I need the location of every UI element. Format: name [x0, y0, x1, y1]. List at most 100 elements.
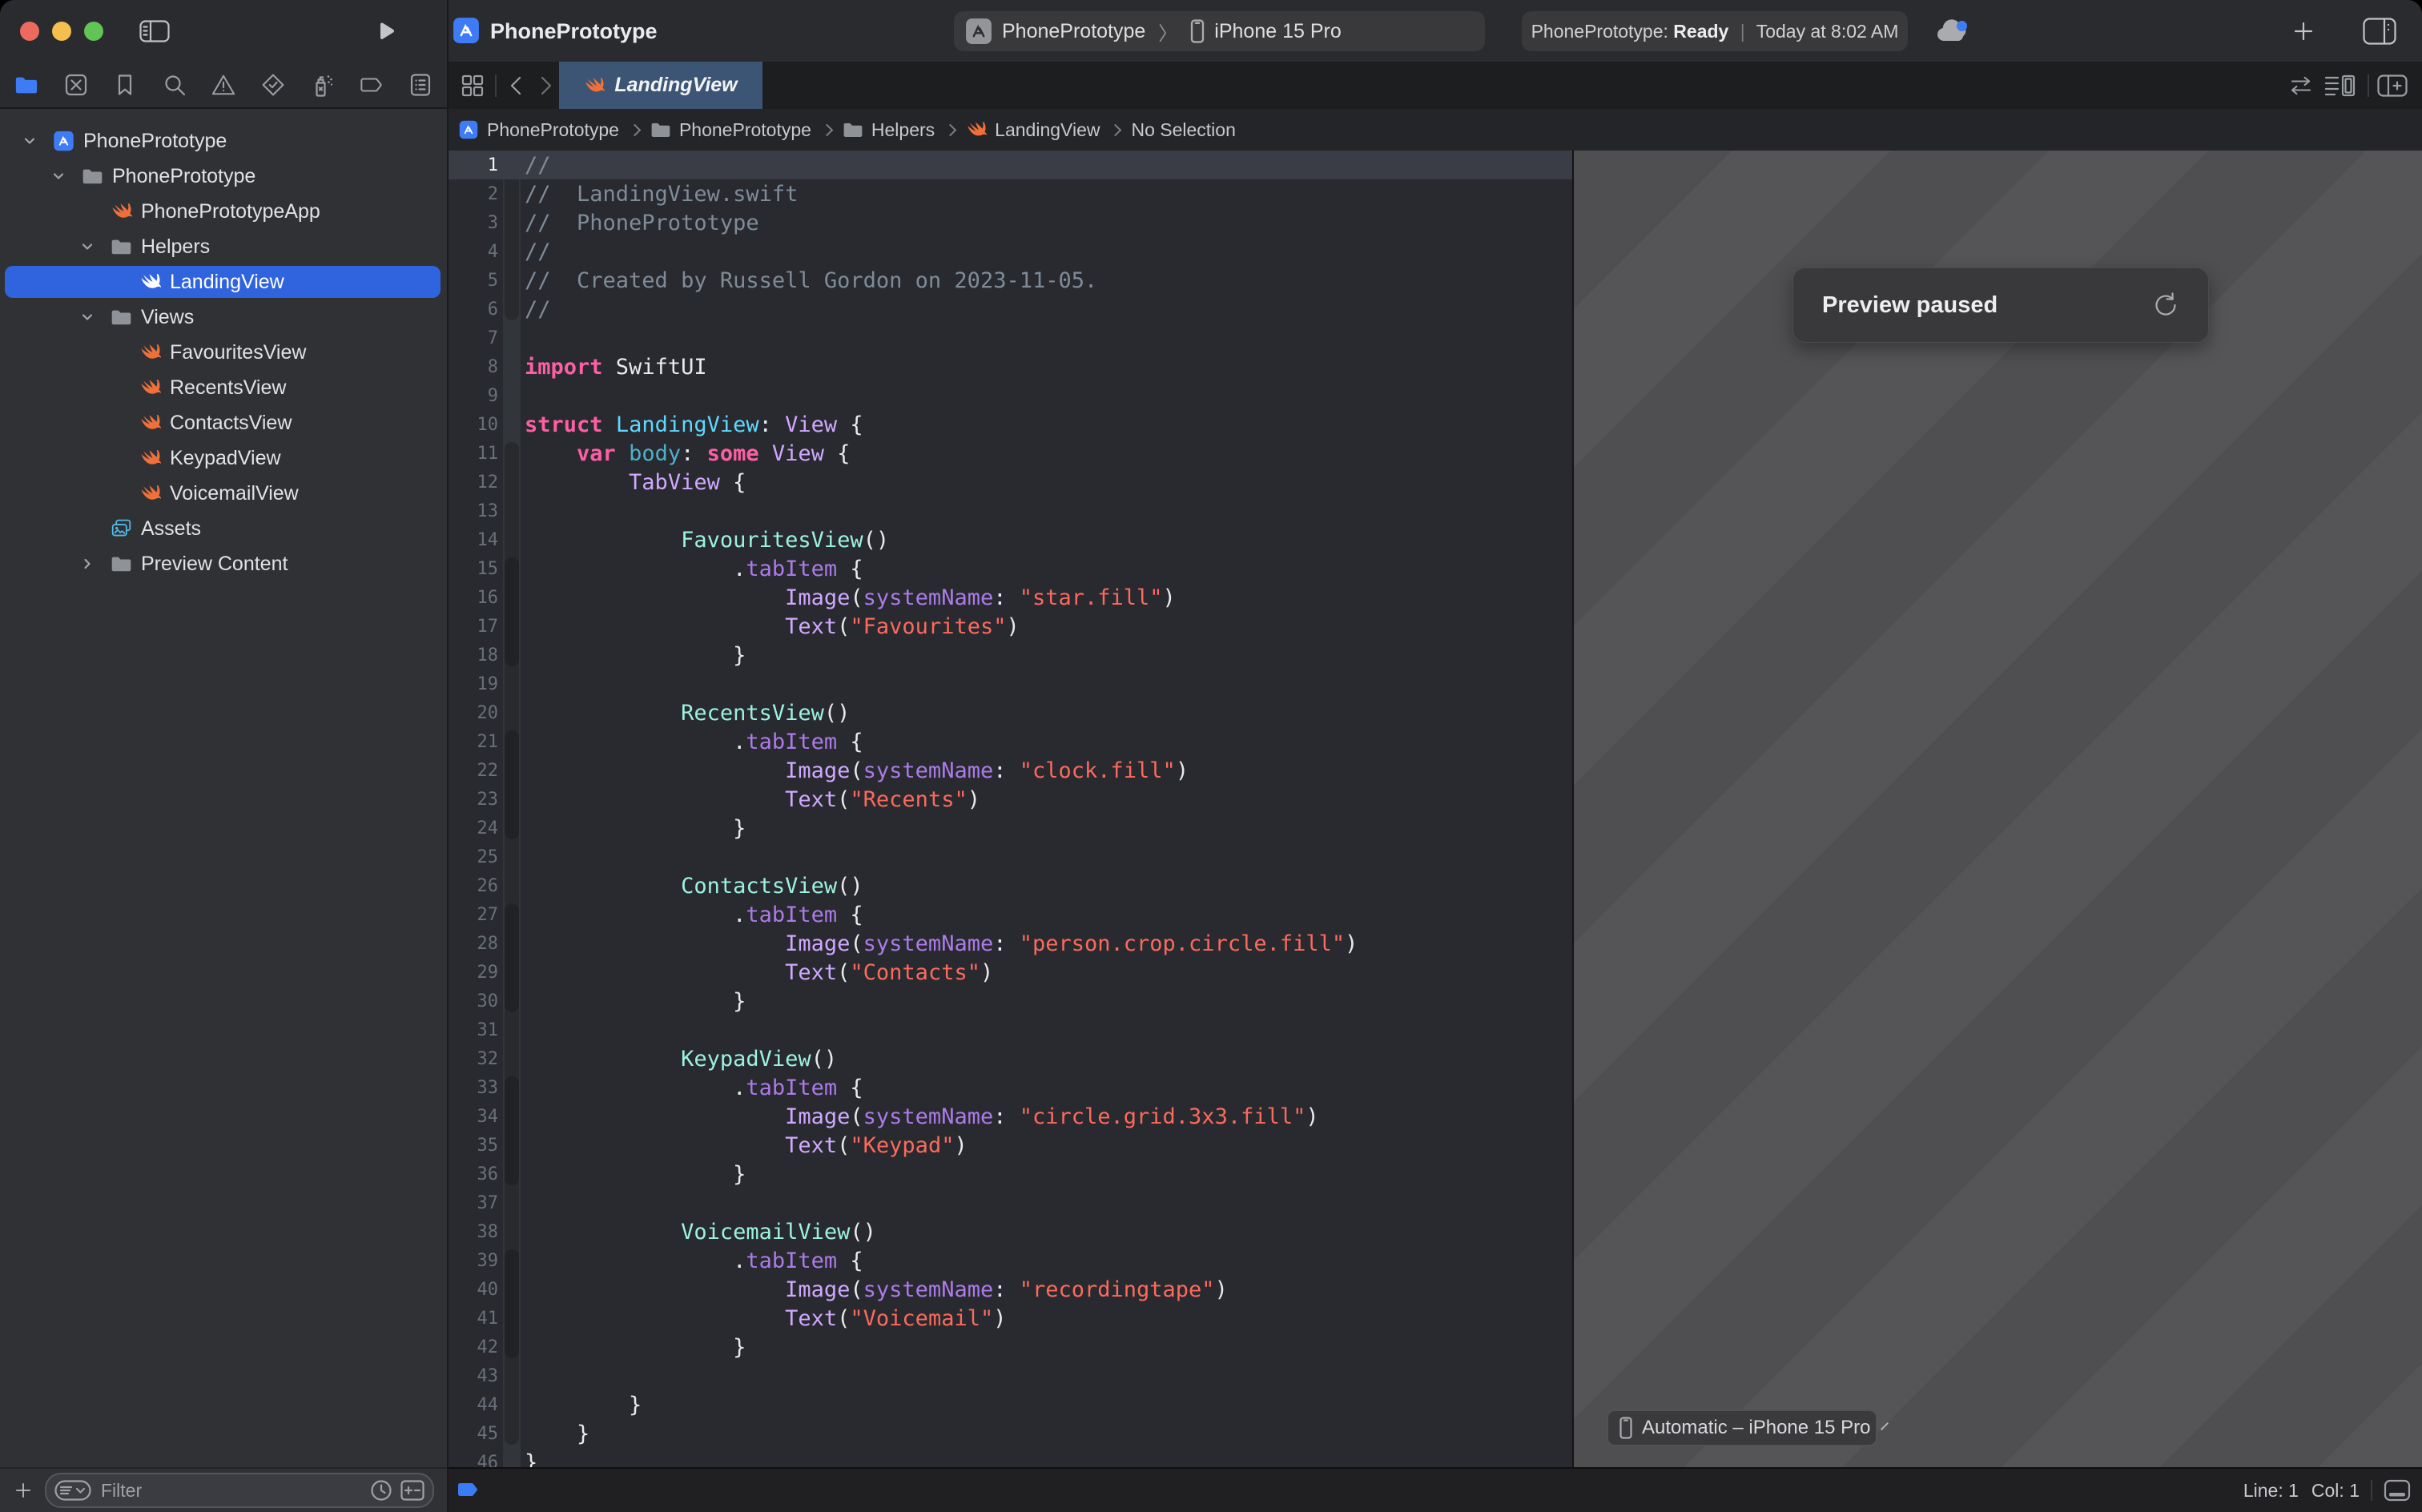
tab-landingview[interactable]: LandingView	[559, 62, 762, 109]
line-number[interactable]: 4	[449, 242, 503, 262]
line-number[interactable]: 8	[449, 357, 503, 377]
source-control-navigator-icon[interactable]	[64, 73, 88, 97]
line-number[interactable]: 20	[449, 703, 503, 723]
line-number[interactable]: 44	[449, 1395, 503, 1415]
tree-item-assets[interactable]: Assets	[5, 513, 441, 545]
find-navigator-icon[interactable]	[163, 73, 187, 97]
tree-item-phoneprototype[interactable]: PhonePrototype	[5, 160, 441, 192]
line-number[interactable]: 2	[449, 184, 503, 204]
inspector-toggle-icon[interactable]	[2363, 18, 2396, 45]
tree-item-preview-content[interactable]: Preview Content	[5, 548, 441, 580]
line-number[interactable]: 43	[449, 1366, 503, 1386]
tree-item-favouritesview[interactable]: FavouritesView	[5, 336, 441, 368]
tree-item-landingview[interactable]: LandingView	[5, 266, 441, 298]
line-number[interactable]: 7	[449, 328, 503, 348]
line-number[interactable]: 22	[449, 761, 503, 781]
code-review-icon[interactable]	[2287, 76, 2315, 95]
line-number[interactable]: 38	[449, 1222, 503, 1242]
refresh-icon[interactable]	[2152, 292, 2179, 319]
source-editor[interactable]: 1//2// LandingView.swift3// PhonePrototy…	[449, 151, 1572, 1467]
breakpoints-toggle-icon[interactable]	[457, 1482, 481, 1498]
line-number[interactable]: 30	[449, 991, 503, 1011]
line-number[interactable]: 1	[449, 155, 503, 175]
breadcrumb-item[interactable]: PhonePrototype	[487, 119, 619, 141]
tree-item-contactsview[interactable]: ContactsView	[5, 407, 441, 439]
editor-options-icon[interactable]	[2324, 74, 2356, 97]
line-number[interactable]: 9	[449, 386, 503, 406]
disclosure-chevron-down-icon[interactable]	[80, 239, 95, 254]
line-number[interactable]: 28	[449, 934, 503, 954]
disclosure-chevron-down-icon[interactable]	[22, 134, 37, 148]
sidebar-toggle-icon[interactable]	[139, 20, 170, 42]
tree-item-voicemailview[interactable]: VoicemailView	[5, 477, 441, 509]
scheme-project[interactable]: PhonePrototype	[1002, 20, 1145, 43]
line-number[interactable]: 15	[449, 559, 503, 579]
tree-item-phoneprototype[interactable]: PhonePrototype	[5, 125, 441, 157]
line-number[interactable]: 3	[449, 213, 503, 233]
zoom-window-button[interactable]	[84, 22, 103, 41]
line-number[interactable]: 45	[449, 1424, 503, 1444]
line-number[interactable]: 27	[449, 905, 503, 925]
line-number[interactable]: 26	[449, 876, 503, 896]
filter-field[interactable]	[45, 1473, 434, 1508]
close-window-button[interactable]	[20, 22, 39, 41]
line-number[interactable]: 33	[449, 1078, 503, 1098]
line-number[interactable]: 34	[449, 1107, 503, 1127]
line-number[interactable]: 37	[449, 1193, 503, 1213]
reports-navigator-icon[interactable]	[408, 73, 432, 97]
line-number[interactable]: 19	[449, 674, 503, 694]
add-tab-button[interactable]	[2291, 18, 2316, 44]
related-items-icon[interactable]	[461, 74, 484, 97]
disclosure-chevron-down-icon[interactable]	[51, 169, 66, 183]
tests-navigator-icon[interactable]	[261, 73, 285, 97]
editor-layout-icon[interactable]	[2384, 1479, 2411, 1502]
tree-item-recentsview[interactable]: RecentsView	[5, 372, 441, 404]
disclosure-chevron-right-icon[interactable]	[80, 557, 95, 571]
filter-icon[interactable]	[54, 1480, 91, 1501]
breakpoints-navigator-icon[interactable]	[360, 73, 384, 97]
breadcrumb-item[interactable]: PhonePrototype	[679, 119, 811, 141]
line-number[interactable]: 31	[449, 1020, 503, 1040]
issues-navigator-icon[interactable]	[211, 73, 235, 97]
debug-navigator-icon[interactable]	[310, 73, 334, 97]
add-editor-icon[interactable]	[2377, 74, 2408, 97]
line-number[interactable]: 42	[449, 1337, 503, 1357]
line-number[interactable]: 35	[449, 1136, 503, 1156]
filter-input[interactable]	[99, 1479, 362, 1502]
forward-icon[interactable]	[537, 75, 556, 96]
tree-item-views[interactable]: Views	[5, 301, 441, 333]
scheme-destination[interactable]: iPhone 15 Pro	[1214, 20, 1341, 43]
line-number[interactable]: 23	[449, 790, 503, 810]
line-number[interactable]: 40	[449, 1280, 503, 1300]
line-number[interactable]: 13	[449, 501, 503, 521]
line-number[interactable]: 6	[449, 300, 503, 320]
add-file-button[interactable]	[13, 1480, 34, 1501]
line-number[interactable]: 36	[449, 1164, 503, 1184]
line-number[interactable]: 5	[449, 271, 503, 291]
run-button[interactable]	[375, 21, 396, 42]
line-number[interactable]: 10	[449, 415, 503, 435]
back-icon[interactable]	[506, 75, 525, 96]
line-number[interactable]: 14	[449, 530, 503, 550]
canvas-divider[interactable]	[1572, 151, 1574, 1467]
bookmarks-navigator-icon[interactable]	[113, 73, 137, 97]
tree-item-keypadview[interactable]: KeypadView	[5, 442, 441, 474]
line-number[interactable]: 18	[449, 645, 503, 666]
line-number[interactable]: 46	[449, 1453, 503, 1468]
line-number[interactable]: 17	[449, 617, 503, 637]
line-number[interactable]: 21	[449, 732, 503, 752]
line-number[interactable]: 41	[449, 1309, 503, 1329]
minimize-window-button[interactable]	[52, 22, 71, 41]
breadcrumb-item[interactable]: No Selection	[1131, 119, 1235, 141]
preview-device-selector[interactable]: Automatic – iPhone 15 Pro	[1607, 1409, 1877, 1446]
line-number[interactable]: 24	[449, 818, 503, 838]
disclosure-chevron-down-icon[interactable]	[80, 310, 95, 324]
line-number[interactable]: 32	[449, 1049, 503, 1069]
tree-item-helpers[interactable]: Helpers	[5, 231, 441, 263]
recents-filter-icon[interactable]	[370, 1479, 392, 1502]
line-number[interactable]: 11	[449, 444, 503, 464]
line-number[interactable]: 29	[449, 963, 503, 983]
plus-minus-filter-icon[interactable]	[400, 1480, 424, 1501]
navigator-divider[interactable]	[447, 0, 449, 1512]
breadcrumb-item[interactable]: LandingView	[995, 119, 1100, 141]
